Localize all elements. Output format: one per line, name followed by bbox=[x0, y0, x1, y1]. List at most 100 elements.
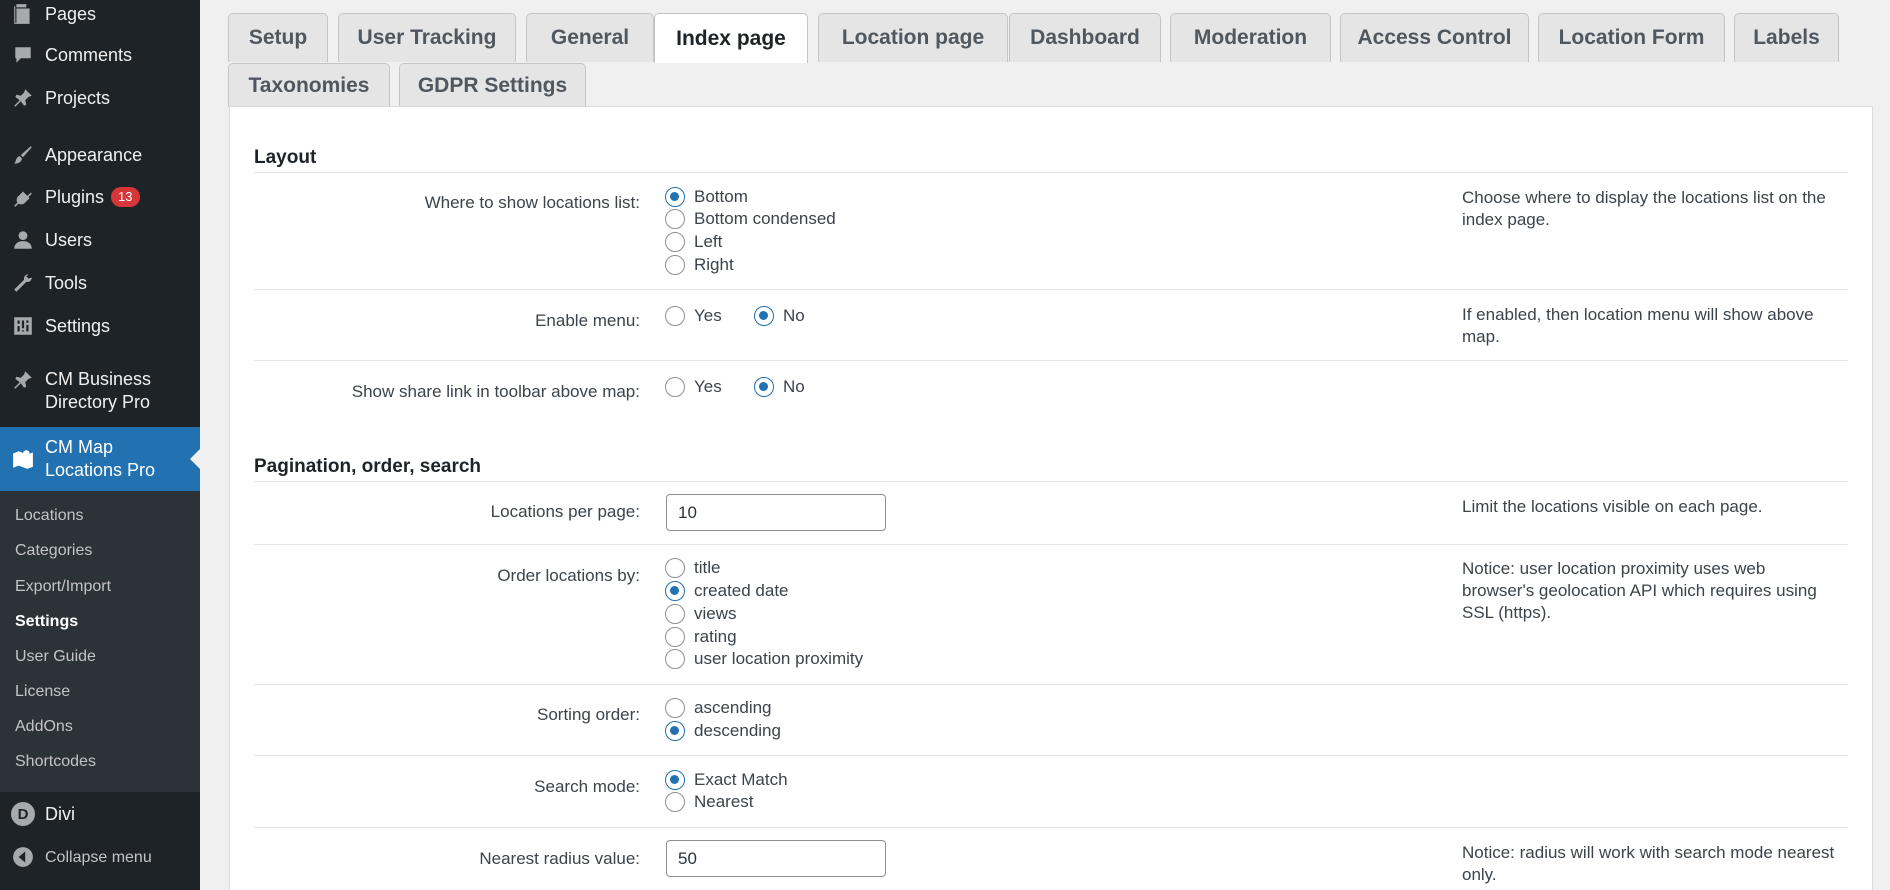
radio-button-selected[interactable] bbox=[665, 770, 685, 790]
nearest-radius-input[interactable] bbox=[666, 840, 886, 877]
section-title-layout: Layout bbox=[254, 147, 317, 168]
radio-share-yes[interactable]: Yes bbox=[665, 377, 722, 397]
radio-button[interactable] bbox=[665, 306, 685, 326]
radio-button[interactable] bbox=[665, 698, 685, 718]
tab-dashboard[interactable]: Dashboard bbox=[1009, 13, 1161, 62]
label-enable-menu: Enable menu: bbox=[535, 311, 640, 330]
menu-item-users[interactable]: Users bbox=[0, 228, 200, 252]
menu-item-cm-business-directory[interactable]: CM Business Directory Pro bbox=[0, 368, 200, 416]
radio-menu-yes[interactable]: Yes bbox=[665, 306, 722, 326]
menu-item-settings[interactable]: Settings bbox=[0, 314, 200, 338]
submenu-item-shortcodes[interactable]: Shortcodes bbox=[15, 753, 96, 771]
radio-button[interactable] bbox=[665, 255, 685, 275]
pin-icon bbox=[11, 368, 35, 392]
radio-sort-descending[interactable]: descending bbox=[665, 721, 781, 741]
divi-logo-icon: D bbox=[11, 802, 35, 826]
radio-button-selected[interactable] bbox=[754, 306, 774, 326]
submenu: Locations Categories Export/Import Setti… bbox=[0, 491, 200, 792]
help-radius: Notice: radius will work with search mod… bbox=[1462, 843, 1835, 884]
tab-user-tracking[interactable]: User Tracking bbox=[338, 13, 516, 62]
menu-item-divi[interactable]: D Divi bbox=[0, 801, 200, 827]
comments-icon bbox=[11, 43, 35, 67]
divider bbox=[254, 684, 1848, 685]
tab-general[interactable]: General bbox=[526, 13, 654, 62]
radio-search-nearest[interactable]: Nearest bbox=[665, 792, 754, 812]
radio-button[interactable] bbox=[665, 649, 685, 669]
tab-access-control[interactable]: Access Control bbox=[1340, 13, 1529, 62]
submenu-item-export-import[interactable]: Export/Import bbox=[15, 578, 111, 596]
radio-order-views[interactable]: views bbox=[665, 604, 737, 624]
settings-icon bbox=[11, 314, 35, 338]
menu-item-comments[interactable]: Comments bbox=[0, 43, 200, 67]
tab-location-page[interactable]: Location page bbox=[818, 13, 1008, 62]
submenu-item-categories[interactable]: Categories bbox=[15, 542, 92, 560]
divider bbox=[254, 481, 1848, 482]
radio-list-left[interactable]: Left bbox=[665, 232, 722, 252]
label-locations-list: Where to show locations list: bbox=[424, 193, 640, 212]
admin-sidebar: Pages Comments Projects Appearance Plugi… bbox=[0, 0, 200, 890]
label-share-link: Show share link in toolbar above map: bbox=[351, 382, 640, 401]
radio-button[interactable] bbox=[665, 232, 685, 252]
radio-button-selected[interactable] bbox=[665, 581, 685, 601]
pages-icon bbox=[11, 2, 35, 26]
tab-index-page[interactable]: Index page bbox=[654, 13, 808, 63]
radio-share-no[interactable]: No bbox=[754, 377, 805, 397]
radio-order-created-date[interactable]: created date bbox=[665, 581, 789, 601]
label-search-mode: Search mode: bbox=[534, 777, 640, 796]
map-icon bbox=[11, 447, 35, 471]
tab-taxonomies[interactable]: Taxonomies bbox=[228, 63, 390, 107]
radio-order-proximity[interactable]: user location proximity bbox=[665, 649, 863, 669]
submenu-item-settings[interactable]: Settings bbox=[15, 613, 78, 631]
tab-location-form[interactable]: Location Form bbox=[1538, 13, 1725, 62]
label-per-page: Locations per page: bbox=[490, 502, 640, 521]
submenu-item-locations[interactable]: Locations bbox=[15, 507, 84, 525]
menu-item-cm-map-locations[interactable]: CM Map Locations Pro bbox=[0, 427, 200, 491]
radio-menu-no[interactable]: No bbox=[754, 306, 805, 326]
brush-icon bbox=[11, 143, 35, 167]
radio-order-rating[interactable]: rating bbox=[665, 627, 737, 647]
divider bbox=[254, 360, 1848, 361]
divider bbox=[254, 172, 1848, 173]
tab-gdpr-settings[interactable]: GDPR Settings bbox=[399, 63, 586, 107]
radio-list-right[interactable]: Right bbox=[665, 255, 734, 275]
divider bbox=[254, 289, 1848, 290]
submenu-item-license[interactable]: License bbox=[15, 683, 70, 701]
menu-item-tools[interactable]: Tools bbox=[0, 271, 200, 295]
radio-button-selected[interactable] bbox=[754, 377, 774, 397]
menu-item-appearance[interactable]: Appearance bbox=[0, 143, 200, 167]
radio-button[interactable] bbox=[665, 627, 685, 647]
collapse-menu-button[interactable]: Collapse menu bbox=[0, 845, 200, 869]
divider bbox=[254, 755, 1848, 756]
menu-item-projects[interactable]: Projects bbox=[0, 86, 200, 110]
radio-button[interactable] bbox=[665, 209, 685, 229]
radio-button[interactable] bbox=[665, 377, 685, 397]
submenu-item-addons[interactable]: AddOns bbox=[15, 718, 73, 736]
radio-list-bottom[interactable]: Bottom bbox=[665, 187, 748, 207]
divider bbox=[254, 827, 1848, 828]
radio-button[interactable] bbox=[665, 792, 685, 812]
tab-labels[interactable]: Labels bbox=[1734, 13, 1839, 62]
radio-button[interactable] bbox=[665, 558, 685, 578]
current-menu-arrow bbox=[190, 449, 200, 469]
tab-moderation[interactable]: Moderation bbox=[1170, 13, 1331, 62]
radio-order-title[interactable]: title bbox=[665, 558, 720, 578]
collapse-arrow-icon bbox=[11, 845, 35, 869]
radio-button-selected[interactable] bbox=[665, 721, 685, 741]
radio-search-exact[interactable]: Exact Match bbox=[665, 770, 788, 790]
menu-item-pages[interactable]: Pages bbox=[0, 1, 200, 27]
radio-list-bottom-condensed[interactable]: Bottom condensed bbox=[665, 209, 836, 229]
help-locations-list: Choose where to display the locations li… bbox=[1462, 188, 1826, 229]
locations-per-page-input[interactable] bbox=[666, 494, 886, 531]
plugins-update-badge: 13 bbox=[111, 187, 140, 207]
radio-button[interactable] bbox=[665, 604, 685, 624]
tab-setup[interactable]: Setup bbox=[228, 13, 328, 62]
radio-sort-ascending[interactable]: ascending bbox=[665, 698, 772, 718]
submenu-item-user-guide[interactable]: User Guide bbox=[15, 648, 96, 666]
section-title-pagination: Pagination, order, search bbox=[254, 456, 482, 477]
help-order-by: Notice: user location proximity uses web… bbox=[1462, 559, 1817, 622]
wrench-icon bbox=[11, 271, 35, 295]
label-radius: Nearest radius value: bbox=[479, 849, 640, 868]
help-enable-menu: If enabled, then location menu will show… bbox=[1462, 305, 1814, 346]
radio-button-selected[interactable] bbox=[665, 187, 685, 207]
menu-item-plugins[interactable]: Plugins 13 bbox=[0, 185, 200, 209]
